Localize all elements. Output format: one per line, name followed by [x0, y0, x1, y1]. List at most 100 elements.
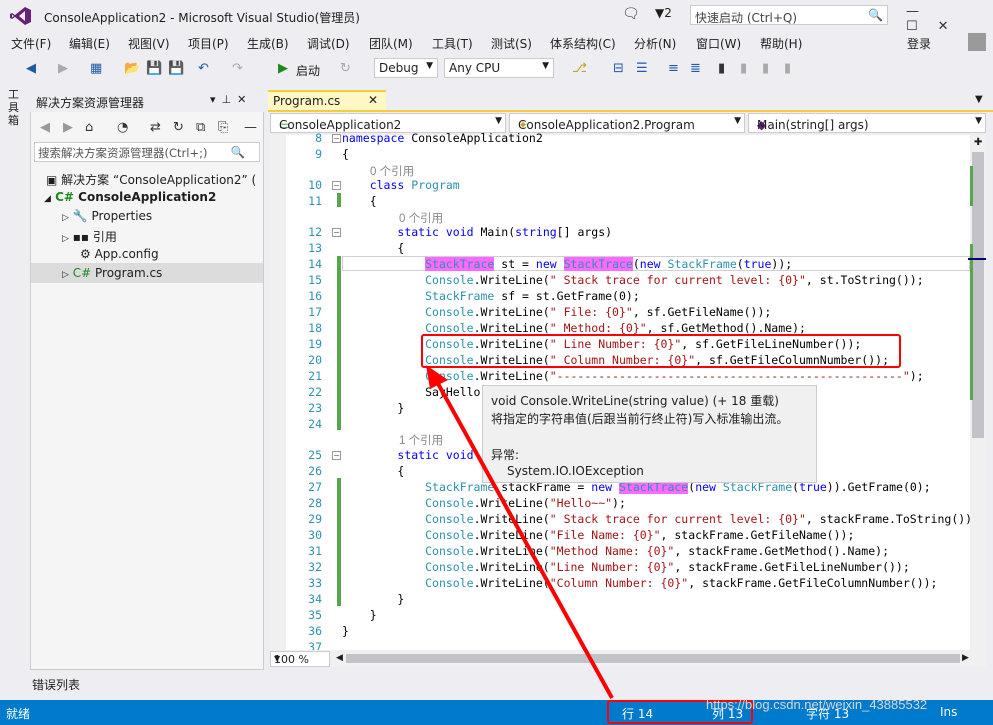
collapse-icon[interactable]: ⧉ — [196, 120, 205, 135]
undo-icon[interactable]: ↶ — [198, 61, 209, 76]
clear-bookmarks-icon[interactable]: ▮ — [784, 61, 791, 76]
collapse-icon[interactable]: − — [332, 451, 341, 460]
uncomment-icon[interactable]: ≣ — [690, 61, 701, 76]
references-icon: ▪▪ — [72, 230, 90, 244]
menu-team[interactable]: 团队(M) — [369, 35, 413, 52]
menu-project[interactable]: 项目(P) — [188, 35, 229, 52]
new-project-icon[interactable]: ▦ — [90, 61, 102, 76]
vertical-scroll-thumb[interactable] — [972, 152, 984, 438]
collapse-icon[interactable]: − — [332, 134, 341, 143]
split-icon[interactable]: ✚ — [974, 137, 982, 148]
line-number: 34 — [308, 592, 322, 606]
properties-icon[interactable]: — — [244, 120, 257, 135]
quick-launch-input[interactable]: 快速启动 (Ctrl+Q) 🔍 — [690, 5, 888, 25]
tree-item-program[interactable]: ▷ C# Program.cs — [62, 266, 162, 280]
forward-icon[interactable]: ▶ — [58, 61, 68, 76]
tree-item-solution[interactable]: ▣ 解决方案 “ConsoleApplication2” ( — [46, 171, 256, 188]
code-lens-references[interactable]: 0 个引用 — [399, 210, 443, 226]
horizontal-scroll-thumb[interactable] — [346, 654, 960, 663]
tree-item-properties[interactable]: ▷ 🔧 Properties — [62, 209, 152, 223]
avatar[interactable] — [968, 33, 986, 51]
watermark: https://blog.csdn.net/weixin_43885532 — [706, 697, 928, 712]
pin-icon[interactable]: ⊥ — [222, 93, 238, 106]
csharp-project-icon: C# — [55, 190, 74, 204]
collapse-icon[interactable]: − — [332, 181, 341, 190]
toolbox-tab[interactable]: 工具箱 — [8, 88, 24, 127]
tree-item-label: 引用 — [92, 230, 117, 244]
bookmark-icon[interactable]: ▮ — [718, 61, 725, 76]
code-line: { — [342, 241, 405, 255]
bookmark-nav-icon[interactable]: ☰ — [636, 61, 648, 76]
chevron-right-icon[interactable]: ▷ — [62, 213, 69, 223]
code-lens-references[interactable]: 0 个引用 — [370, 163, 414, 179]
code-lens-references[interactable]: 1 个引用 — [399, 432, 443, 448]
solution-search-input[interactable]: 搜索解决方案资源管理器(Ctrl+;) 🔍 — [34, 142, 260, 162]
platform-select[interactable]: Any CPU ▼ — [444, 58, 554, 78]
tree-item-references[interactable]: ▷ ▪▪ 引用 — [62, 228, 117, 245]
prev-bookmark-icon[interactable]: ▮ — [740, 61, 747, 76]
close-icon[interactable]: ✕ — [368, 93, 378, 107]
start-icon[interactable]: ▶ — [278, 61, 288, 76]
home-icon[interactable]: ⌂ — [85, 120, 93, 135]
menu-help[interactable]: 帮助(H) — [760, 35, 802, 52]
step-icon[interactable]: ⊟ — [613, 61, 624, 76]
line-number: 31 — [308, 544, 322, 558]
menu-debug[interactable]: 调试(D) — [307, 35, 350, 52]
dropdown-icon[interactable]: ▾ — [210, 93, 222, 106]
forward-icon[interactable]: ▶ — [63, 120, 73, 135]
save-icon[interactable]: 💾 — [146, 61, 162, 76]
sync-icon[interactable]: ⇄ — [150, 120, 161, 135]
menu-window[interactable]: 窗口(W) — [696, 35, 741, 52]
menu-view[interactable]: 视图(V) — [128, 35, 170, 52]
open-folder-icon[interactable]: 📂 — [124, 61, 140, 76]
tree-item-appconfig[interactable]: ⚙ App.config — [80, 247, 159, 261]
chevron-right-icon[interactable]: ▷ — [62, 270, 69, 280]
refresh-icon[interactable]: ↻ — [340, 61, 351, 76]
menu-build[interactable]: 生成(B) — [247, 35, 289, 52]
intellisense-tooltip: void Console.WriteLine(string value) (+ … — [482, 385, 817, 483]
feedback-filter-icon[interactable]: ▼2 — [655, 6, 672, 20]
expand-icon[interactable]: ◢ — [44, 194, 51, 204]
scroll-left-icon[interactable]: ◀ — [336, 653, 343, 663]
back-icon[interactable]: ◀ — [26, 61, 36, 76]
show-all-files-icon[interactable]: ⎘ — [218, 120, 228, 135]
notification-icon[interactable]: 🗨 — [622, 6, 640, 22]
tree-item-project[interactable]: ◢ C# ConsoleApplication2 — [44, 190, 216, 204]
chevron-down-icon: ▼ — [542, 61, 549, 71]
zoom-select[interactable]: 100 % ▼ — [270, 651, 330, 667]
window-controls[interactable]: —☐✕ — [906, 4, 993, 34]
find-icon[interactable]: ⎇ — [572, 61, 587, 76]
minimize-icon[interactable]: — — [906, 4, 939, 19]
menu-tools[interactable]: 工具(T) — [432, 35, 473, 52]
menu-architecture[interactable]: 体系结构(C) — [550, 35, 616, 52]
solution-explorer-toolbar: ◀ ▶ ⌂ ◔ ⇄ ↻ ⧉ ⎘ — — [30, 114, 264, 140]
chevron-down-icon[interactable]: ▼ — [975, 94, 983, 105]
nav-type-select[interactable]: ✦ ConsoleApplication2.Program ▼ — [509, 113, 745, 133]
config-select[interactable]: Debug ▼ — [374, 58, 438, 78]
chevron-right-icon[interactable]: ▷ — [62, 234, 69, 244]
config-file-icon: ⚙ — [80, 247, 91, 261]
editor-active-border — [268, 110, 993, 112]
menu-file[interactable]: 文件(F) — [11, 35, 51, 52]
history-icon[interactable]: ◔ — [117, 120, 128, 135]
nav-project-select[interactable]: ▭ ConsoleApplication2 ▼ — [270, 113, 506, 133]
redo-icon[interactable]: ↷ — [232, 61, 243, 76]
refresh-icon[interactable]: ↻ — [173, 120, 184, 135]
menu-analyze[interactable]: 分析(N) — [634, 35, 676, 52]
start-button[interactable]: 启动 — [296, 62, 320, 79]
close-icon[interactable]: ✕ — [237, 93, 252, 106]
panel-controls[interactable]: ▾⊥✕ — [210, 93, 252, 106]
login-link[interactable]: 登录 — [907, 35, 931, 52]
menu-test[interactable]: 测试(S) — [491, 35, 532, 52]
collapse-icon[interactable]: − — [332, 228, 341, 237]
next-bookmark-icon[interactable]: ▮ — [762, 61, 769, 76]
nav-member-select[interactable]: ◆ Main(string[] args) ▼ — [748, 113, 986, 133]
back-icon[interactable]: ◀ — [40, 120, 50, 135]
menu-edit[interactable]: 编辑(E) — [69, 35, 110, 52]
comment-icon[interactable]: ≡ — [668, 61, 679, 76]
scroll-right-icon[interactable]: ▶ — [962, 653, 969, 663]
tab-program-cs[interactable]: Program.cs ✕ — [268, 90, 386, 112]
solution-icon: ▣ — [46, 173, 58, 187]
save-all-icon[interactable]: 💾 — [168, 61, 184, 76]
error-list-tab[interactable]: 错误列表 — [32, 676, 80, 693]
